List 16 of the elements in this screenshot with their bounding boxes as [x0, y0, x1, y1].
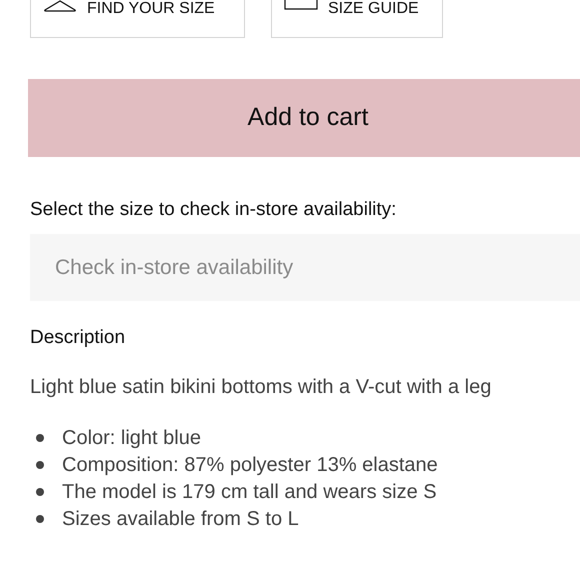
detail-item: Sizes available from S to L [62, 506, 299, 532]
detail-item: Color: light blue [62, 426, 201, 450]
ruler-icon [284, 0, 318, 10]
detail-item: Composition: 87% polyester 13% elastane [62, 452, 438, 478]
bullet-icon [36, 514, 44, 522]
detail-item: The model is 179 cm tall and wears size S [62, 480, 437, 504]
bullet-icon [36, 488, 44, 496]
size-button[interactable]: FIND YOUR SIZE [30, 0, 245, 38]
size-button[interactable]: SIZE GUIDE [271, 0, 443, 38]
description-text: Light blue satin bikini bottoms with a V-cut with a leg [30, 375, 492, 400]
store-availability-label: Select the size to check in-store availability: [30, 199, 396, 221]
bullet-icon [36, 434, 44, 442]
bullet-icon [36, 460, 44, 468]
hanger-icon [43, 0, 77, 12]
description-heading: Description [30, 326, 126, 350]
add-to-cart-button[interactable]: Add to cart [28, 79, 580, 157]
